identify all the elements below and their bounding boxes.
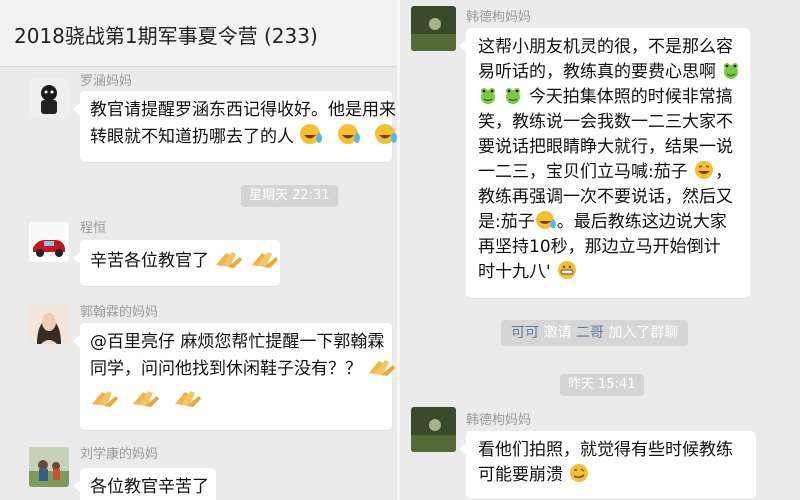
avatar[interactable]: [411, 407, 456, 452]
emoji-row: [90, 386, 382, 413]
message-text: 一二三，宝贝们立马喊:茄子 ，: [478, 160, 733, 182]
frog-emoji: [478, 85, 498, 105]
frog-emoji: [721, 60, 741, 80]
sender-name: 韩德枸妈妈: [466, 10, 532, 25]
avatar[interactable]: [411, 6, 456, 51]
message-text: 再坚持10秒，那边立马开始倒计: [478, 237, 721, 257]
avatar[interactable]: [29, 222, 69, 262]
message-bubble[interactable]: 辛苦各位教官了: [73, 240, 280, 286]
sender-name: 罗涵妈妈: [80, 74, 133, 89]
user-link[interactable]: 可可: [511, 325, 539, 341]
group-chat-title: 2018骁战第1期军事夏令营 (233): [14, 24, 318, 48]
timestamp: 昨天 15:41: [560, 374, 644, 396]
smirk-emoji: [568, 463, 590, 483]
message-text: 教官请提醒罗涵东西记得收好。他是用来: [90, 100, 396, 120]
clap-hands-emoji: [90, 386, 120, 408]
clap-hands-emoji: [131, 386, 161, 408]
clap-hands-emoji: [367, 355, 397, 377]
message-text: 看他们拍照，就觉得有些时候教练: [478, 440, 733, 460]
message-text: 转眼就不知道扔哪去了的人: [90, 123, 397, 150]
message-bubble[interactable]: 这帮小朋友机灵的很，不是那么容 易听话的，教练真的要费心思啊 今天拍集体照的时候…: [459, 28, 750, 298]
chat-screenshot-right: 韩德枸妈妈 这帮小朋友机灵的很，不是那么容 易听话的，教练真的要费心思啊 今天拍…: [400, 0, 800, 500]
avatar[interactable]: [29, 447, 69, 487]
message-text: 可能要崩溃: [478, 463, 746, 488]
clap-hands-emoji: [250, 247, 280, 269]
avatar[interactable]: [29, 304, 69, 344]
sender-name: 刘学康的妈妈: [80, 447, 159, 462]
sender-name: 郭翰霖的妈妈: [80, 305, 159, 320]
sender-name: 韩德枸妈妈: [466, 413, 532, 428]
message-text: 辛苦各位教官了: [90, 247, 278, 274]
message-bubble[interactable]: 看他们拍照，就觉得有些时候教练 可能要崩溃: [459, 431, 756, 499]
message-text: 今天拍集体照的时候非常搞: [478, 85, 740, 110]
chat-screenshot-left: 2018骁战第1期军事夏令营 (233) 罗涵妈妈 教官请提醒罗涵东西记得收好。…: [0, 0, 397, 500]
laugh-emoji: [693, 160, 715, 180]
cry-laugh-emoji: [374, 123, 397, 145]
frog-emoji: [503, 85, 523, 105]
message-text: 要说话把眼睛睁大就行，结果一说: [478, 137, 733, 157]
message-text: 教练再强调一次不要说话，然后又: [478, 187, 733, 207]
cry-laugh-emoji: [299, 123, 323, 145]
message-bubble[interactable]: 各位教官辛苦了: [73, 468, 216, 500]
message-text: 同学，问问他找到休闲鞋子没有？？: [90, 355, 396, 382]
clap-hands-emoji: [214, 247, 244, 269]
message-text: 是:茄子 。最后教练这边说大家: [478, 210, 727, 232]
sender-name: 程恒: [80, 221, 107, 236]
cry-laugh-emoji: [535, 210, 557, 230]
message-text: 时十九八': [478, 260, 740, 285]
cry-laugh-emoji: [337, 123, 361, 145]
message-bubble[interactable]: 教官请提醒罗涵东西记得收好。他是用来 转眼就不知道扔哪去了的人: [73, 91, 397, 162]
grin-emoji: [556, 260, 578, 280]
user-link[interactable]: 二哥: [576, 325, 604, 341]
system-message: 可可 邀请 二哥 加入了群聊: [501, 320, 689, 346]
message-text: @百里亮仔 麻烦您帮忙提醒一下郭翰霖: [90, 332, 385, 352]
message-text: 笑，教练说一会我数一二三大家不: [478, 112, 733, 132]
message-text: 易听话的，教练真的要费心思啊: [478, 60, 740, 85]
message-bubble[interactable]: @百里亮仔 麻烦您帮忙提醒一下郭翰霖 同学，问问他找到休闲鞋子没有？？: [73, 323, 396, 430]
timestamp: 星期天 22:31: [241, 185, 338, 207]
message-text: 各位教官辛苦了: [90, 477, 209, 497]
avatar[interactable]: [29, 78, 69, 118]
chat-title-bar: 2018骁战第1期军事夏令营 (233): [0, 0, 397, 67]
clap-hands-emoji: [173, 386, 203, 408]
message-text: 这帮小朋友机灵的很，不是那么容: [478, 37, 733, 57]
